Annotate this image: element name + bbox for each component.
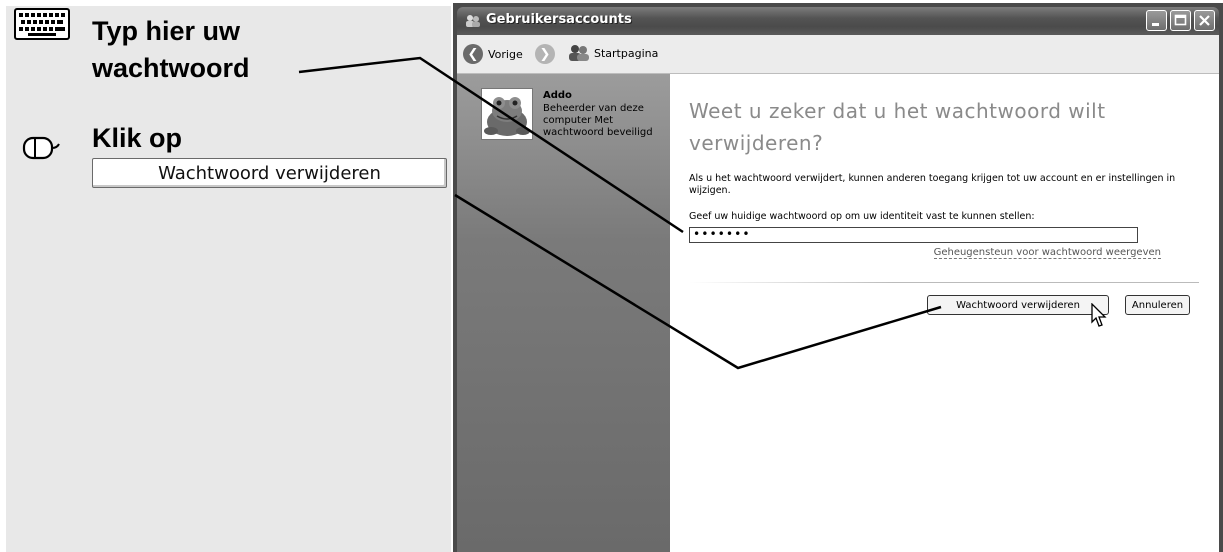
users-icon bbox=[569, 45, 589, 61]
maximize-button[interactable] bbox=[1170, 10, 1191, 31]
instruction-click-on: Klik op bbox=[92, 123, 183, 153]
show-hint-link[interactable]: Geheugensteun voor wachtwoord weergeven bbox=[933, 247, 1161, 259]
sidebar: Addo Beheerder van deze computer Met wac… bbox=[457, 74, 670, 552]
back-label: Vorige bbox=[488, 47, 523, 61]
minimize-icon bbox=[1152, 23, 1159, 26]
home-label: Startpagina bbox=[594, 46, 659, 60]
main-content: Weet u zeker dat u het wachtwoord wilt v… bbox=[670, 74, 1219, 552]
user-accounts-window: Gebruikersaccounts ❮ Vorige ❯ Startpagin… bbox=[453, 3, 1223, 552]
minimize-button[interactable] bbox=[1146, 10, 1167, 31]
pointer-cursor-icon bbox=[1091, 303, 1107, 327]
keyboard-icon bbox=[14, 8, 70, 40]
page-heading: Weet u zeker dat u het wachtwoord wilt v… bbox=[689, 99, 1106, 155]
cancel-button[interactable]: Annuleren bbox=[1125, 295, 1190, 315]
close-icon bbox=[1199, 15, 1210, 26]
divider bbox=[689, 282, 1199, 283]
close-button[interactable] bbox=[1194, 10, 1215, 31]
password-field[interactable]: ••••••• bbox=[689, 227, 1138, 243]
avatar bbox=[481, 88, 533, 140]
user-name: Addo bbox=[543, 90, 572, 101]
mouse-icon bbox=[22, 136, 60, 160]
password-prompt: Geef uw huidige wachtwoord op om uw iden… bbox=[689, 211, 1035, 222]
title-bar[interactable]: Gebruikersaccounts bbox=[457, 7, 1219, 35]
instruction-type-password-line2: wachtwoord bbox=[92, 53, 250, 83]
toolbar: ❮ Vorige ❯ Startpagina bbox=[457, 35, 1219, 74]
forward-button[interactable]: ❯ bbox=[535, 44, 555, 64]
back-arrow-icon: ❮ bbox=[463, 44, 483, 64]
instruction-panel bbox=[6, 6, 451, 552]
maximize-icon bbox=[1174, 14, 1187, 26]
instruction-button-sample: Wachtwoord verwijderen bbox=[92, 158, 447, 188]
home-button[interactable]: Startpagina bbox=[568, 44, 658, 62]
forward-arrow-icon: ❯ bbox=[535, 44, 555, 64]
frog-avatar-icon bbox=[482, 89, 532, 139]
remove-password-button[interactable]: Wachtwoord verwijderen bbox=[927, 295, 1109, 315]
instruction-type-password-line1: Typ hier uw bbox=[92, 16, 241, 46]
back-button[interactable]: ❮ Vorige bbox=[463, 44, 523, 64]
warning-text: Als u het wachtwoord verwijdert, kunnen … bbox=[689, 173, 1176, 196]
user-accounts-icon bbox=[466, 15, 480, 27]
user-description: Beheerder van deze computer Met wachtwoo… bbox=[543, 103, 653, 138]
window-title: Gebruikersaccounts bbox=[486, 12, 632, 27]
